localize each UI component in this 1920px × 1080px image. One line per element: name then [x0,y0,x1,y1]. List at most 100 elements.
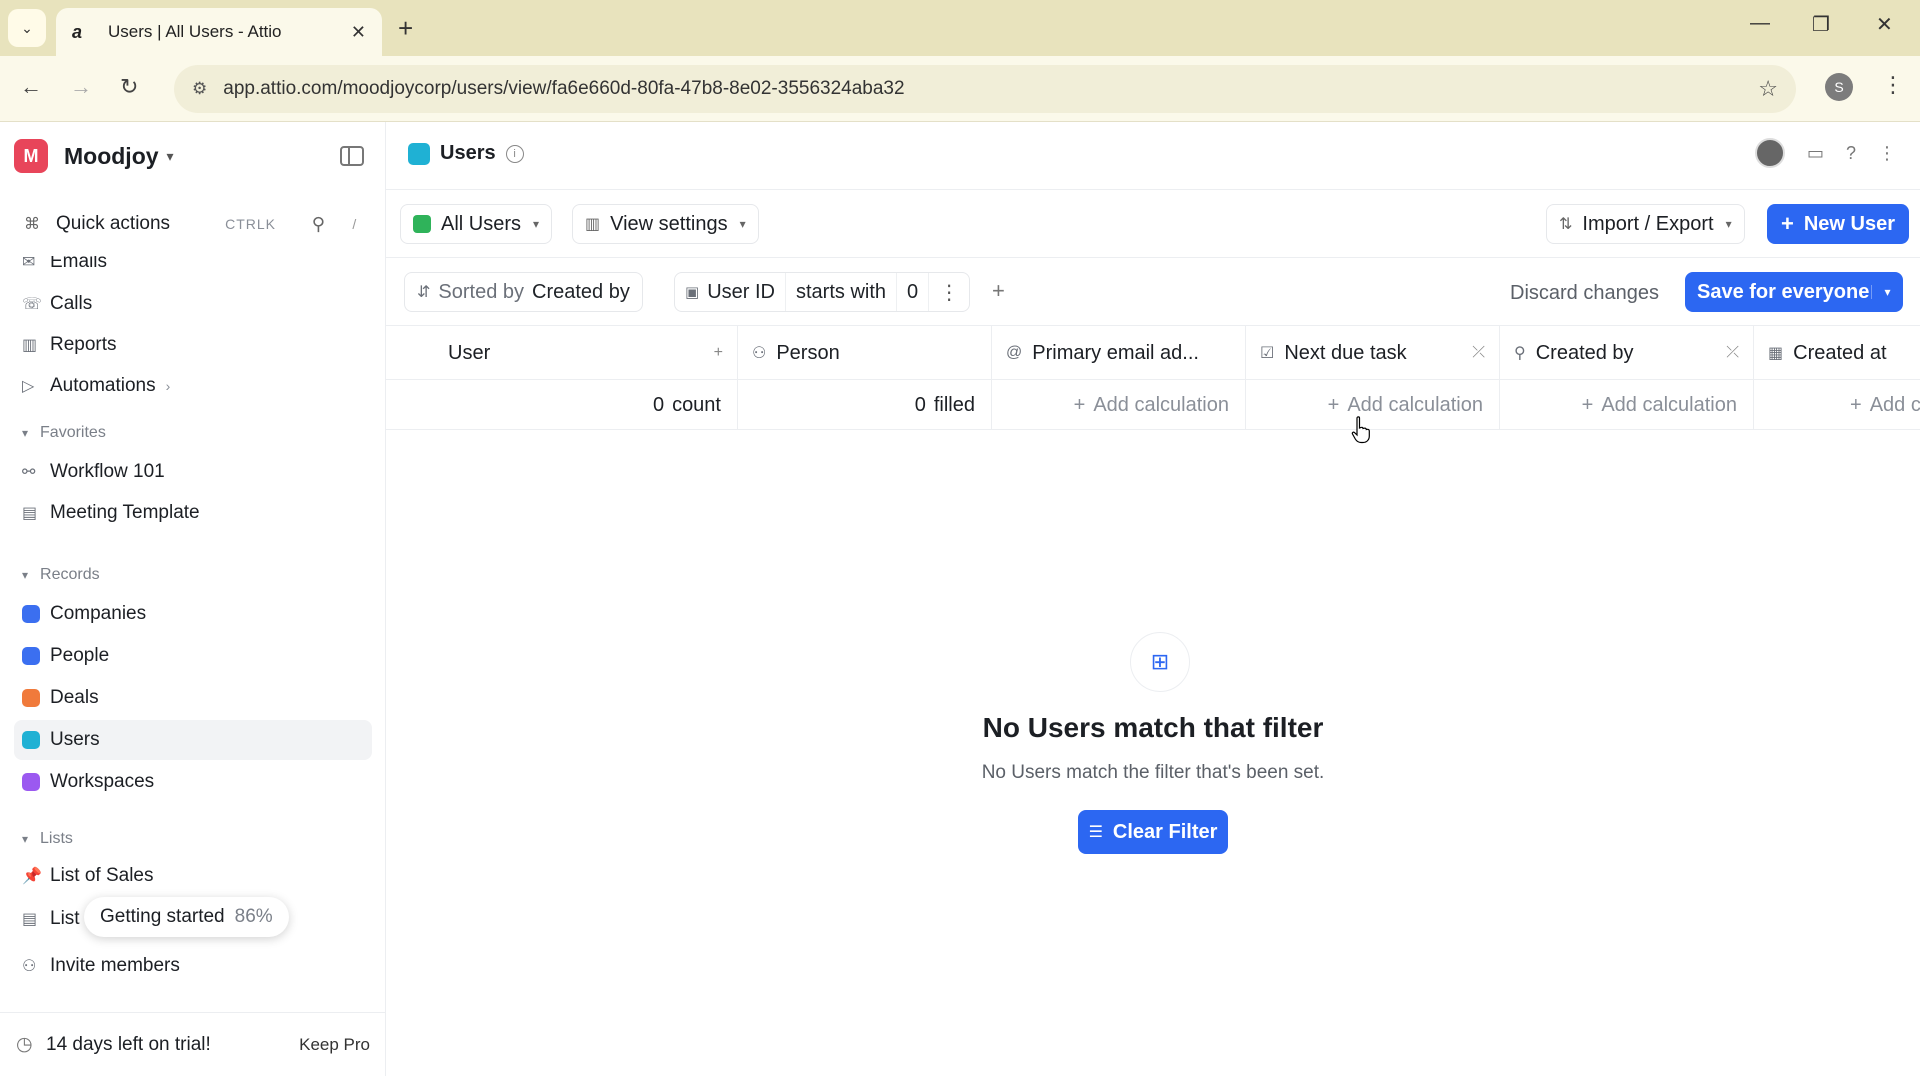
sidebar-item-label: Meeting Template [50,502,200,524]
command-icon: ⌘ [24,214,46,234]
sidebar-item-label: People [50,645,109,667]
column-header-created-by[interactable]: ⚲ Created by ⤫ [1500,326,1754,380]
new-tab-icon[interactable]: + [398,12,413,44]
tab-search-chevron-icon[interactable]: ⌄ [8,9,46,47]
view-selector[interactable]: All Users ▾ [400,204,552,244]
restore-icon[interactable]: ❐ [1812,12,1830,37]
sidebar-item-calls[interactable]: ☏ Calls [14,284,372,324]
calc-cell-next-due-task[interactable]: + Add calculation [1246,380,1500,430]
plus-icon: + [1328,394,1340,417]
add-filter-icon[interactable]: + [992,278,1005,304]
tab-title: Users | All Users - Attio [108,22,351,42]
play-icon: ▷ [22,376,50,396]
add-column-icon[interactable]: + [714,344,723,362]
view-settings-button[interactable]: ▥ View settings ▾ [572,204,759,244]
sidebar-item-users[interactable]: Users [14,720,372,760]
sidebar-search[interactable]: ⚲ / [298,202,370,246]
calc-cell-email[interactable]: + Add calculation [992,380,1246,430]
window-close-icon[interactable]: ✕ [1876,12,1893,37]
forward-icon[interactable]: → [70,74,92,100]
column-header-email[interactable]: @ Primary email ad... [992,326,1246,380]
attio-favicon-icon: a [72,22,92,43]
users-icon [22,731,40,749]
sidebar-item-label: Companies [50,603,146,625]
calc-cell-created-at[interactable]: + Add c [1754,380,1920,430]
site-settings-icon[interactable]: ⚙ [192,79,207,99]
column-header-person[interactable]: ⚇ Person [738,326,992,380]
attio-app: M Moodjoy ▾ ⌘ Quick actions CTRLK ⚲ / ✉ … [0,122,1920,1076]
plus-icon: + [1781,211,1794,237]
reload-icon[interactable]: ↻ [120,74,138,100]
chevron-down-icon: ▾ [22,568,28,582]
pin-off-icon[interactable]: ⤫ [1726,344,1739,362]
lists-section-header[interactable]: ▾ Lists [22,830,73,848]
records-section-header[interactable]: ▾ Records [22,566,100,584]
bookmark-star-icon[interactable]: ☆ [1758,76,1778,102]
browser-menu-icon[interactable]: ⋮ [1882,72,1904,98]
sidebar-item-label: Workspaces [50,771,154,793]
favorites-section-header[interactable]: ▾ Favorites [22,424,106,442]
filter-field[interactable]: ▣ User ID [675,272,786,312]
sidebar-item-list-of-sales[interactable]: 📌 List of Sales [14,856,372,896]
sidebar-item-workflow-101[interactable]: ⚯ Workflow 101 [14,452,372,492]
sidebar-item-meeting-template[interactable]: ▤ Meeting Template [14,493,372,533]
quick-actions-shortcut: CTRLK [225,216,276,232]
save-label: Save for everyone [1685,281,1871,304]
profile-avatar[interactable]: S [1825,73,1853,101]
sidebar-item-invite-members[interactable]: ⚇ Invite members [14,946,372,986]
companies-icon [22,605,40,623]
minimize-icon[interactable]: — [1750,12,1770,35]
import-icon: ⇅ [1559,214,1572,234]
column-header-next-due-task[interactable]: ☑ Next due task ⤫ [1246,326,1500,380]
sidebar-item-automations[interactable]: ▷ Automations › [14,366,372,406]
column-header-user[interactable]: User + [386,326,738,380]
clear-filter-button[interactable]: ☰ Clear Filter [1078,810,1228,854]
import-export-label: Import / Export [1582,213,1713,236]
pin-off-icon[interactable]: ⤫ [1472,344,1485,362]
keep-pro-button[interactable]: Keep Pro [299,1035,370,1055]
calc-cell-person[interactable]: 0 filled [738,380,992,430]
url-field[interactable]: ⚙ app.attio.com/moodjoycorp/users/view/f… [174,65,1796,113]
collapse-sidebar-icon[interactable] [340,146,364,166]
more-options-icon[interactable]: ⋮ [1878,143,1896,164]
calc-label: Add calculation [1347,394,1483,417]
chevron-down-icon[interactable]: ▾ [1871,285,1903,299]
sidebar-item-label: Invite members [50,955,180,977]
quick-actions-button[interactable]: ⌘ Quick actions CTRLK [14,202,286,246]
comments-icon[interactable]: ▭ [1807,143,1824,164]
filter-more-icon[interactable]: ⋮ [929,272,969,312]
sort-chip[interactable]: ⇵ Sorted by Created by [404,272,643,312]
calc-cell-created-by[interactable]: + Add calculation [1500,380,1754,430]
checkbox-icon: ☑ [1260,343,1274,363]
sidebar-item-deals[interactable]: Deals [14,678,372,718]
new-user-button[interactable]: + New User [1767,204,1909,244]
filter-operator[interactable]: starts with [786,272,897,312]
filter-value[interactable]: 0 [897,272,929,312]
import-export-button[interactable]: ⇅ Import / Export ▾ [1546,204,1745,244]
sidebar-item-people[interactable]: People [14,636,372,676]
calc-cell-user[interactable]: 0 count [386,380,738,430]
user-icon: ⚲ [1514,343,1526,363]
help-icon[interactable]: ? [1846,143,1856,164]
getting-started-pill[interactable]: Getting started 86% [84,897,289,937]
chevron-down-icon: ▾ [22,426,28,440]
column-header-created-at[interactable]: ▦ Created at [1754,326,1920,380]
save-for-everyone-button[interactable]: Save for everyone ▾ [1685,272,1903,312]
sidebar-item-reports[interactable]: ▥ Reports [14,325,372,365]
back-icon[interactable]: ← [20,74,42,100]
close-tab-icon[interactable]: ✕ [351,22,366,43]
workspace-switcher[interactable]: M Moodjoy ▾ [14,138,174,174]
user-avatar[interactable] [1755,138,1785,168]
info-icon[interactable]: i [506,145,524,163]
deals-icon [22,689,40,707]
sort-icon: ⇵ [417,282,430,302]
sidebar-item-companies[interactable]: Companies [14,594,372,634]
sidebar-item-workspaces[interactable]: Workspaces [14,762,372,802]
section-title: Favorites [40,424,106,442]
browser-tab[interactable]: a Users | All Users - Attio ✕ [56,8,382,56]
sidebar-item-emails[interactable]: ✉ Emails [14,256,372,282]
filter-bar: ⇵ Sorted by Created by ▣ User ID starts … [386,258,1920,326]
discard-changes-button[interactable]: Discard changes [1510,282,1659,305]
filter-chip[interactable]: ▣ User ID starts with 0 ⋮ [674,272,970,312]
page-title: Users i [408,142,524,165]
